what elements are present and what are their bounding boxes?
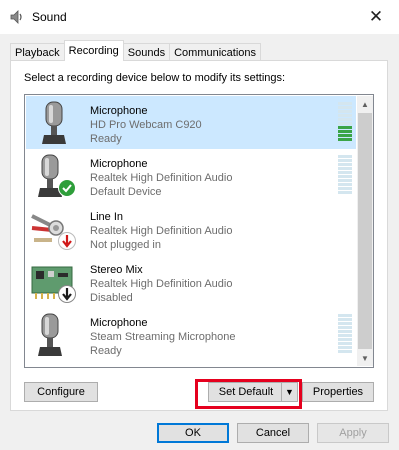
microphone-icon xyxy=(38,313,62,356)
device-status: Disabled xyxy=(90,292,133,304)
instruction-text: Select a recording device below to modif… xyxy=(24,72,286,84)
device-row[interactable]: Microphone HD Pro Webcam C920 Ready xyxy=(26,96,356,149)
device-name: Microphone xyxy=(90,158,148,170)
vertical-scrollbar[interactable]: ▲ ▼ xyxy=(357,96,373,366)
chevron-down-icon: ▼ xyxy=(361,353,369,363)
scroll-thumb[interactable] xyxy=(358,113,372,349)
ok-button[interactable]: OK xyxy=(157,423,229,443)
device-description: Realtek High Definition Audio xyxy=(90,172,233,184)
device-description: Steam Streaming Microphone xyxy=(90,331,236,343)
green-check-badge-icon xyxy=(58,179,76,197)
device-name: Microphone xyxy=(90,317,148,329)
device-row[interactable]: Line In Realtek High Definition Audio No… xyxy=(26,202,356,255)
chevron-up-icon: ▲ xyxy=(361,99,369,109)
device-row[interactable]: Microphone Realtek High Definition Audio… xyxy=(26,149,356,202)
device-status: Not plugged in xyxy=(90,239,161,251)
device-status: Ready xyxy=(90,133,122,145)
device-name: Line In xyxy=(90,211,124,223)
microphone-icon xyxy=(42,101,66,144)
device-row[interactable]: Microphone Steam Streaming Microphone Re… xyxy=(26,308,356,361)
device-description: HD Pro Webcam C920 xyxy=(90,119,202,131)
tab-playback[interactable]: Playback xyxy=(10,43,65,61)
close-button[interactable]: ✕ xyxy=(353,0,399,34)
scroll-up-button[interactable]: ▲ xyxy=(357,96,373,112)
cancel-button[interactable]: Cancel xyxy=(237,423,309,443)
level-meter xyxy=(338,102,352,144)
highlight-annotation xyxy=(195,379,302,409)
device-description: Realtek High Definition Audio xyxy=(90,225,233,237)
tab-sounds[interactable]: Sounds xyxy=(122,43,171,61)
black-down-arrow-badge-icon xyxy=(58,285,76,303)
window-title: Sound xyxy=(32,10,67,24)
level-meter xyxy=(338,314,352,356)
tab-communications[interactable]: Communications xyxy=(169,43,262,61)
tab-strip: Playback Recording Sounds Communications xyxy=(10,40,262,61)
tab-recording[interactable]: Recording xyxy=(63,40,124,61)
level-meter xyxy=(338,155,352,197)
device-description: Realtek High Definition Audio xyxy=(90,278,233,290)
close-icon: ✕ xyxy=(368,7,384,26)
configure-button[interactable]: Configure xyxy=(24,382,98,402)
apply-button[interactable]: Apply xyxy=(317,423,389,443)
device-status: Default Device xyxy=(90,186,162,198)
device-name: Microphone xyxy=(90,105,148,117)
device-list[interactable]: Microphone HD Pro Webcam C920 Ready Micr… xyxy=(24,94,374,368)
device-name: Stereo Mix xyxy=(90,264,143,276)
title-bar: Sound ✕ xyxy=(0,0,399,34)
speaker-icon xyxy=(10,10,22,24)
scroll-down-button[interactable]: ▼ xyxy=(357,350,373,366)
device-status: Ready xyxy=(90,345,122,357)
red-down-arrow-badge-icon xyxy=(58,232,76,250)
properties-button[interactable]: Properties xyxy=(302,382,374,402)
device-row[interactable]: Stereo Mix Realtek High Definition Audio… xyxy=(26,255,356,308)
